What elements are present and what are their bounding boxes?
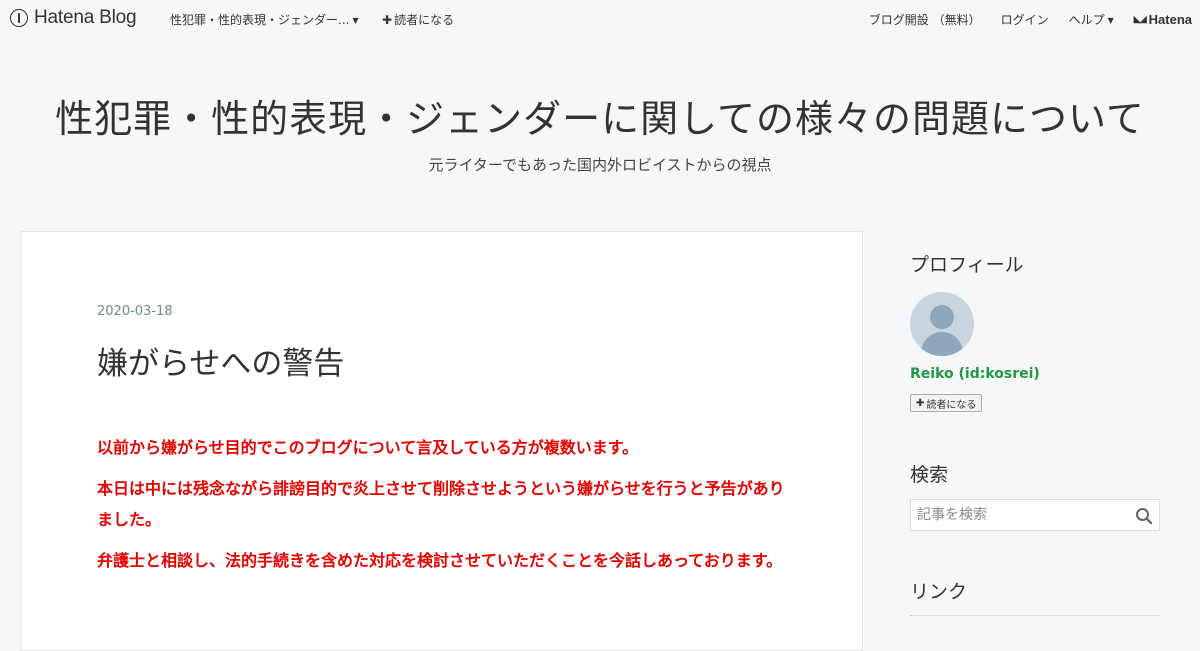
subscribe-button-label: 読者になる <box>926 399 977 411</box>
subscribe-link[interactable]: ✚ 読者になる <box>382 11 454 28</box>
blog-switcher-label: 性犯罪・性的表現・ジェンダー... <box>170 13 350 27</box>
blog-title[interactable]: 性犯罪・性的表現・ジェンダーに関しての様々の問題について <box>0 88 1200 143</box>
entry-article: 2020-03-18 嫌がらせへの警告 以前から嫌がらせ目的でこのブログについて… <box>20 231 863 651</box>
profile-id-link[interactable]: Reiko (id:kosrei) <box>910 366 1040 382</box>
blog-switcher-dropdown[interactable]: 性犯罪・性的表現・ジェンダー... ▼ <box>170 11 359 28</box>
brand-text: Hatena Blog <box>34 7 137 28</box>
hatena-logo-text: Hatena <box>1148 12 1192 27</box>
header-right-links: ブログ開設 （無料） ログイン ヘルプ ▼ ◣◢ Hatena <box>869 11 1192 28</box>
profile-heading: プロフィール <box>910 254 1024 276</box>
default-user-icon <box>910 292 974 356</box>
global-header: Hatena Blog 性犯罪・性的表現・ジェンダー... ▼ ✚ 読者になる ブロ… <box>0 0 1200 36</box>
search-heading: 検索 <box>910 464 949 486</box>
search-input[interactable] <box>911 500 1133 530</box>
entry-title[interactable]: 嫌がらせへの警告 <box>97 338 344 383</box>
create-blog-link[interactable]: ブログ開設 （無料） <box>869 11 981 28</box>
divider <box>910 615 1160 616</box>
hatena-blog-logo[interactable]: Hatena Blog <box>10 7 137 29</box>
caret-down-icon: ▼ <box>1107 16 1114 25</box>
sidebar: プロフィール Reiko (id:kosrei) ✚読者になる 検索 リンク <box>910 250 1160 616</box>
hatena-mark-icon: ◣◢ <box>1133 14 1147 24</box>
help-menu[interactable]: ヘルプ ▼ <box>1069 11 1114 28</box>
plus-icon: ✚ <box>916 397 925 409</box>
entry-paragraph: 弁護士と相談し、法的手続きを含めた対応を検討させていただくことを今話しあっており… <box>97 551 783 570</box>
help-label: ヘルプ <box>1068 13 1105 27</box>
plus-icon: ✚ <box>382 13 393 27</box>
entry-paragraph: 本日は中には残念ながら誹謗目的で炎上させて削除させようという嫌がらせを行うと予告… <box>97 479 785 529</box>
login-link[interactable]: ログイン <box>1001 11 1049 28</box>
hatena-blog-icon <box>10 9 28 27</box>
entry-body: 以前から嫌がらせ目的でこのブログについて言及している方が複数います。 本日は中に… <box>97 432 787 586</box>
entry-date[interactable]: 2020-03-18 <box>97 304 173 319</box>
avatar[interactable] <box>910 292 974 356</box>
subscribe-link-label: 読者になる <box>394 13 455 27</box>
caret-down-icon: ▼ <box>352 16 359 25</box>
hatena-logo[interactable]: ◣◢ Hatena <box>1134 12 1192 27</box>
link-heading: リンク <box>910 581 968 603</box>
search-box <box>910 499 1160 531</box>
blog-description: 元ライターでもあった国内外ロビイストからの視点 <box>428 156 772 174</box>
entry-paragraph: 以前から嫌がらせ目的でこのブログについて言及している方が複数います。 <box>97 438 639 457</box>
subscribe-button[interactable]: ✚ 読者になる <box>910 394 983 412</box>
search-icon[interactable] <box>1135 507 1153 525</box>
